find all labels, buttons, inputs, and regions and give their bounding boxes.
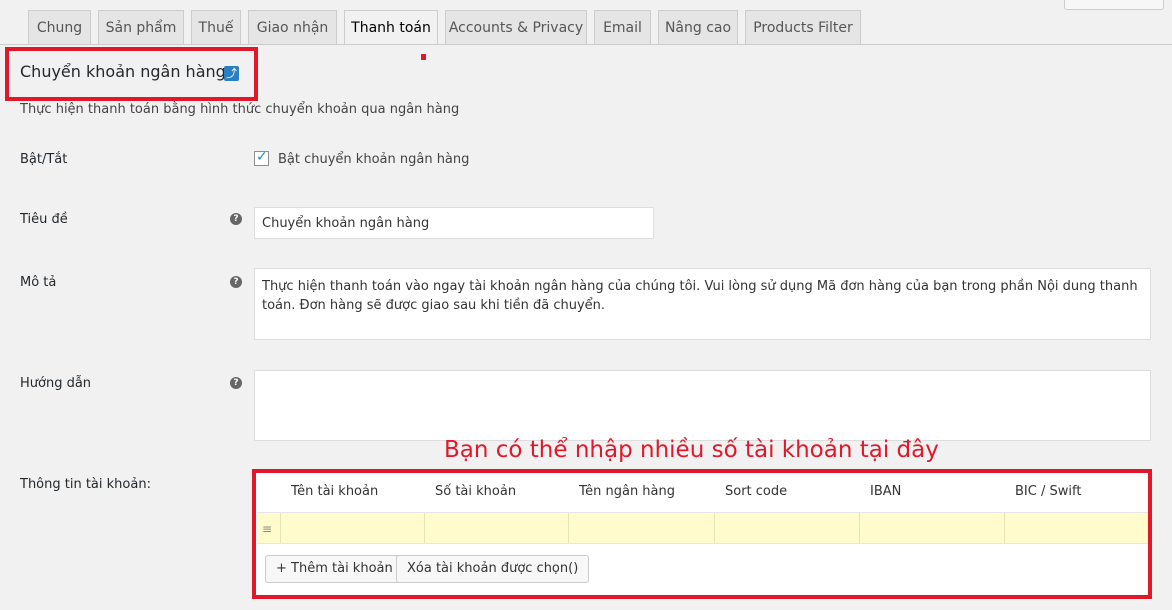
col-account-name: Tên tài khoản (291, 484, 379, 499)
return-up-icon[interactable]: ⤴ (224, 66, 239, 81)
description-textarea[interactable]: Thực hiện thanh toán vào ngay tài khoản … (254, 268, 1151, 340)
account-name-input[interactable] (281, 513, 425, 543)
section-title: Chuyển khoản ngân hàng (20, 62, 226, 81)
enable-label: Bật/Tắt (20, 152, 68, 167)
col-account-number: Số tài khoản (435, 484, 517, 499)
enable-checkbox-label[interactable]: Bật chuyển khoản ngân hàng (278, 152, 469, 167)
bank-name-input[interactable] (569, 513, 715, 543)
tab-accounts-privacy[interactable]: Accounts & Privacy (445, 10, 587, 44)
tab-email[interactable]: Email (594, 10, 651, 44)
annotation-text: Bạn có thể nhập nhiều số tài khoản tại đ… (444, 437, 939, 463)
title-input[interactable]: Chuyển khoản ngân hàng (254, 207, 654, 239)
enable-checkbox[interactable]: ✓ (254, 149, 269, 166)
col-bic-swift: BIC / Swift (1015, 484, 1082, 499)
sort-code-input[interactable] (715, 513, 860, 543)
tabs-divider (0, 44, 1172, 45)
col-sort-code: Sort code (725, 484, 788, 499)
tab-nang-cao[interactable]: Nâng cao (658, 10, 738, 44)
description-label: Mô tả (20, 275, 57, 290)
tab-thue[interactable]: Thuế (191, 10, 241, 44)
table-row (257, 512, 1148, 544)
red-marker (421, 54, 426, 60)
tab-giao-nhan[interactable]: Giao nhận (248, 10, 337, 44)
tab-san-pham[interactable]: Sản phẩm (98, 10, 184, 44)
account-number-input[interactable] (425, 513, 569, 543)
help-icon[interactable]: ? (230, 377, 242, 389)
title-label: Tiêu đề (20, 212, 68, 227)
tab-thanh-toan[interactable]: Thanh toán (344, 10, 438, 45)
tab-products-filter[interactable]: Products Filter (745, 10, 861, 44)
help-icon[interactable]: ? (230, 276, 242, 288)
add-account-button[interactable]: + Thêm tài khoản (265, 555, 404, 583)
col-iban: IBAN (870, 484, 902, 499)
instructions-label: Hướng dẫn (20, 376, 92, 391)
drag-handle-icon[interactable]: ≡ (262, 522, 272, 536)
top-right-button[interactable] (1064, 0, 1164, 10)
accounts-label: Thông tin tài khoản: (20, 477, 151, 492)
instructions-textarea[interactable] (254, 370, 1151, 441)
remove-account-button[interactable]: Xóa tài khoản được chọn() (396, 555, 590, 583)
help-icon[interactable]: ? (230, 213, 242, 225)
col-bank-name: Tên ngân hàng (579, 484, 676, 499)
checkmark-icon: ✓ (256, 149, 268, 165)
iban-input[interactable] (860, 513, 1005, 543)
section-description: Thực hiện thanh toán bằng hình thức chuy… (20, 102, 460, 117)
tab-chung[interactable]: Chung (28, 10, 91, 44)
bic-swift-input[interactable] (1005, 513, 1148, 543)
